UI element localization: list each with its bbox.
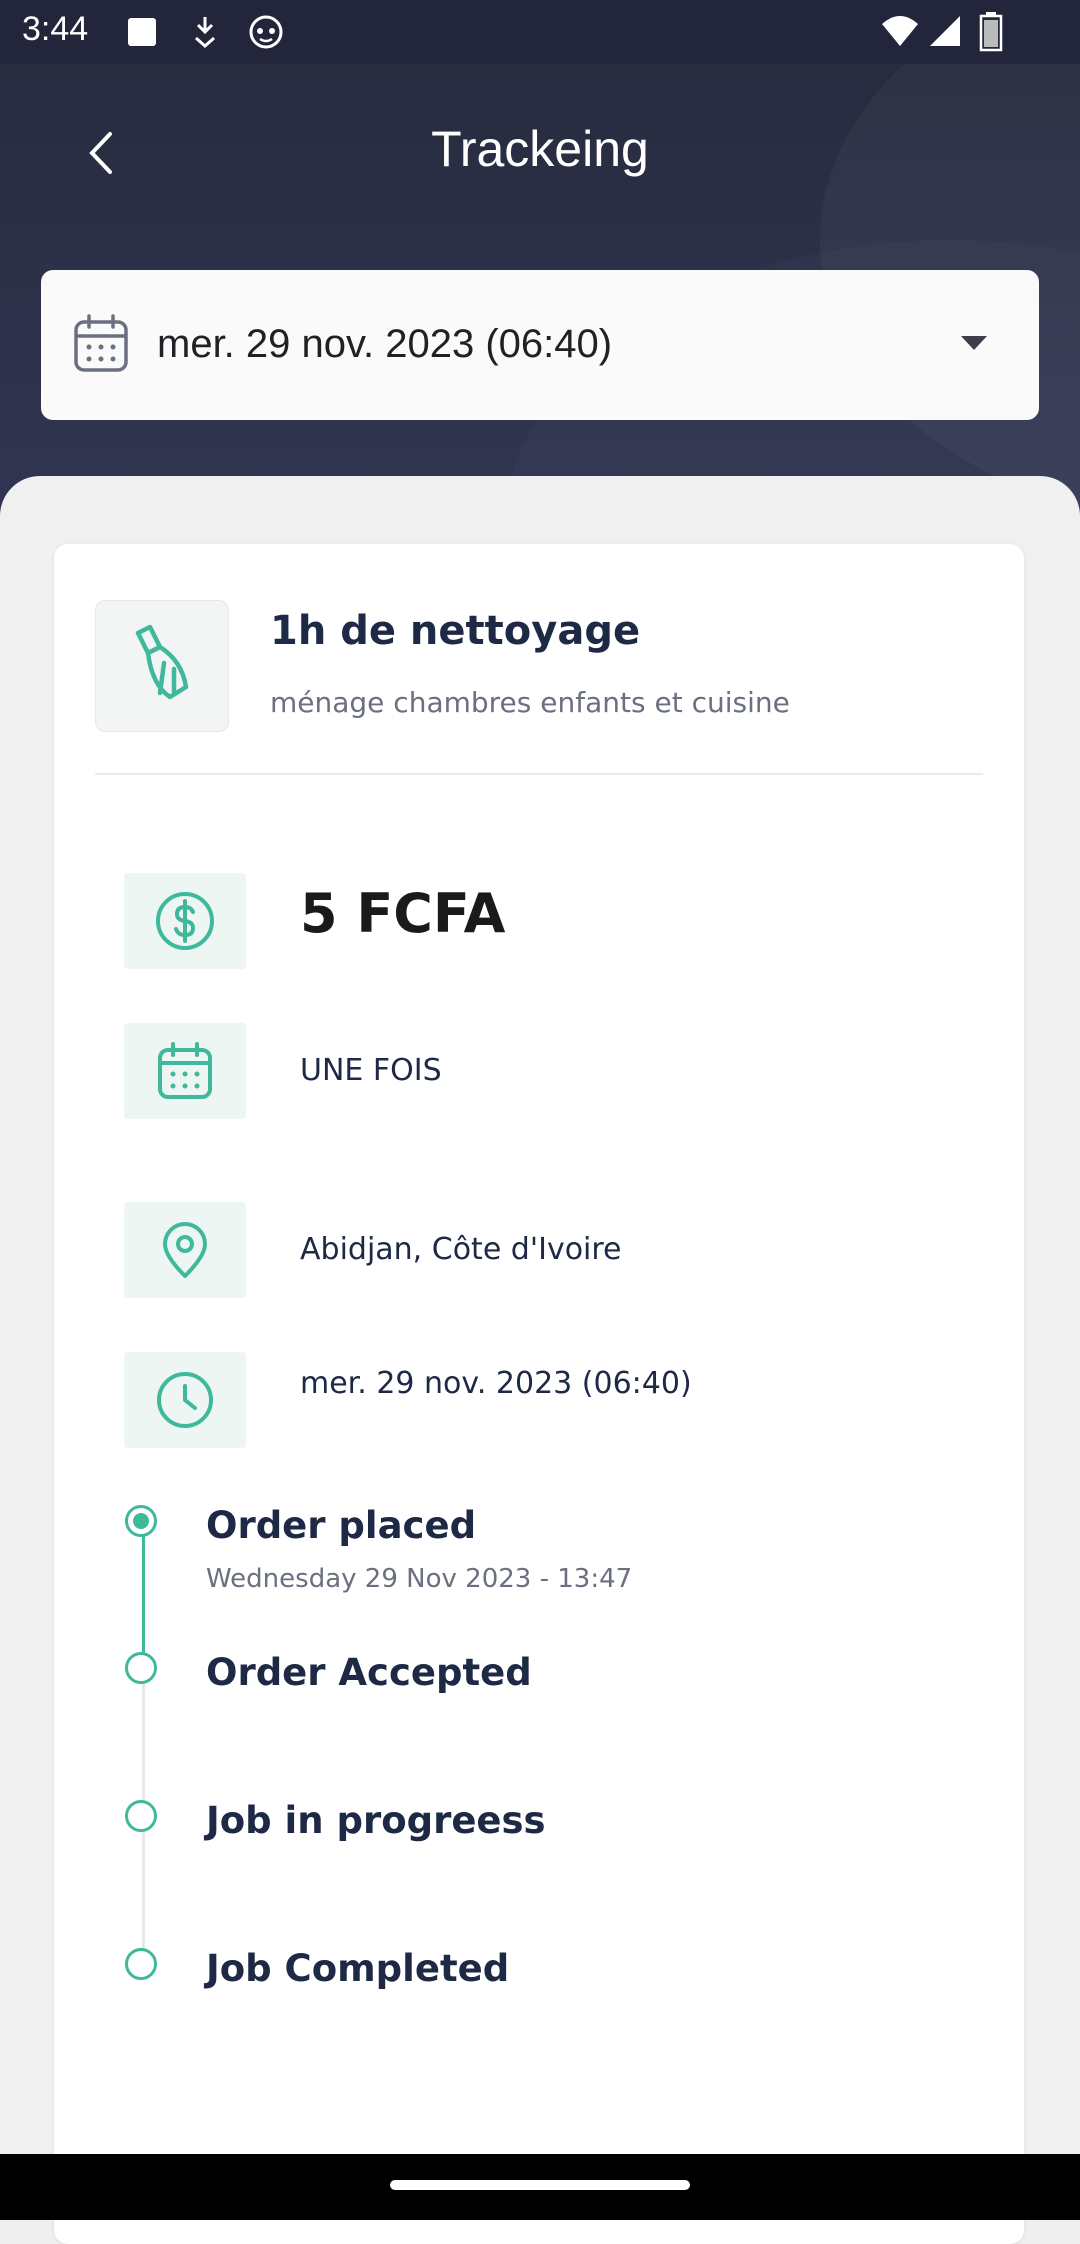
price-icon-box (124, 873, 246, 969)
time-icon-box (124, 1352, 246, 1448)
location-value: Abidjan, Côte d'Ivoire (300, 1232, 622, 1267)
caret-down-icon (961, 336, 987, 350)
timeline-dot-job-completed (125, 1948, 157, 1980)
calendar-icon (74, 314, 128, 372)
timeline-label-order-accepted: Order Accepted (206, 1651, 532, 1694)
location-pin-icon (163, 1222, 207, 1278)
broom-icon (135, 624, 189, 700)
timeline-dot-order-placed (125, 1505, 157, 1537)
frequency-icon-box (124, 1023, 246, 1119)
timeline-dot-job-in-progress (125, 1800, 157, 1832)
status-time: 3:44 (22, 10, 89, 48)
divider (95, 773, 983, 775)
timeline-dot-order-accepted (125, 1652, 157, 1684)
date-select[interactable]: mer. 29 nov. 2023 (06:40) (41, 270, 1039, 420)
price-value: 5 FCFA (300, 882, 506, 945)
status-bar: 3:44 (0, 0, 1080, 64)
download-icon (195, 17, 215, 49)
page-title: Trackeing (431, 121, 649, 177)
date-select-value: mer. 29 nov. 2023 (06:40) (157, 322, 613, 366)
timeline-label-job-in-progress: Job in progreess (206, 1799, 546, 1842)
wifi-icon (882, 16, 918, 46)
calendar-icon (158, 1042, 212, 1099)
square-icon (128, 18, 156, 46)
signal-icon (930, 16, 960, 46)
cat-face-icon (249, 15, 283, 49)
frequency-value: UNE FOIS (300, 1053, 442, 1088)
clock-icon (157, 1372, 213, 1428)
order-card: 1h de nettoyage ménage chambres enfants … (54, 544, 1024, 2244)
location-icon-box (124, 1202, 246, 1298)
battery-icon (979, 12, 1003, 52)
timeline-date-order-placed: Wednesday 29 Nov 2023 - 13:47 (206, 1564, 633, 1594)
home-gesture-handle[interactable] (390, 2180, 690, 2190)
service-title: 1h de nettoyage (270, 608, 641, 654)
timeline-label-order-placed: Order placed (206, 1504, 477, 1547)
dollar-icon (156, 892, 214, 950)
navigation-bar (0, 2154, 1080, 2220)
service-icon-box (95, 600, 229, 732)
datetime-value: mer. 29 nov. 2023 (06:40) (300, 1366, 692, 1401)
service-subtitle: ménage chambres enfants et cuisine (270, 686, 790, 719)
timeline-label-job-completed: Job Completed (206, 1947, 510, 1990)
